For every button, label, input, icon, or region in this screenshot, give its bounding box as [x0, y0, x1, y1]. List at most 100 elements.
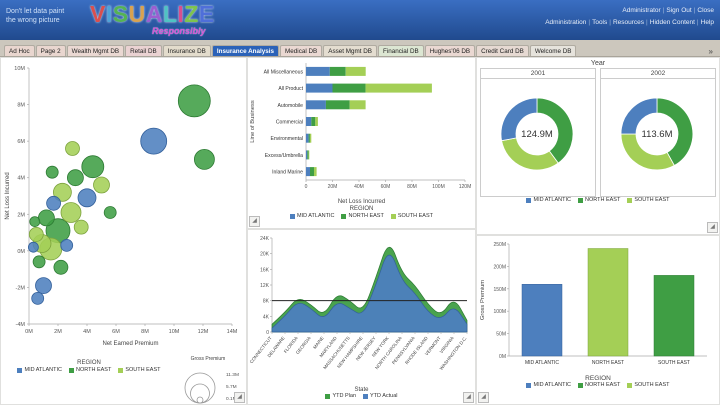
category-label: Environmental — [270, 136, 303, 142]
bubble[interactable] — [94, 177, 110, 193]
bar-segment[interactable] — [366, 84, 432, 93]
bar-segment[interactable] — [309, 134, 310, 143]
bar-segment[interactable] — [307, 150, 308, 159]
bar-segment[interactable] — [315, 117, 318, 126]
legend-items: MID ATLANTICNORTH EASTSOUTH EAST — [477, 382, 719, 388]
bubble[interactable] — [141, 128, 167, 154]
tab-wealth-mgmt-db[interactable]: Wealth Mgmt DB — [67, 45, 124, 56]
bubble[interactable] — [33, 256, 45, 268]
legend-label: NORTH EAST — [585, 382, 620, 388]
bar-segment[interactable] — [306, 167, 310, 176]
bar[interactable] — [654, 275, 694, 356]
bubble[interactable] — [29, 227, 43, 241]
bar-segment[interactable] — [310, 134, 311, 143]
tick-label: 24K — [260, 236, 270, 242]
link-administrator[interactable]: Administrator — [622, 7, 660, 14]
tab-page-2[interactable]: Page 2 — [36, 45, 66, 56]
bubble[interactable] — [61, 239, 73, 251]
bar-segment[interactable] — [326, 100, 350, 109]
bar-segment[interactable] — [309, 150, 310, 159]
area-series[interactable] — [272, 255, 467, 332]
bubble[interactable] — [47, 196, 61, 210]
expand-icon[interactable]: ◢ — [707, 222, 718, 233]
bar-segment[interactable] — [306, 117, 311, 126]
tick-label: 14M — [227, 329, 238, 335]
tab-credit-card-db[interactable]: Credit Card DB — [476, 45, 529, 56]
bubble[interactable] — [104, 207, 116, 219]
tick-label: 50M — [496, 332, 506, 338]
bar-segment[interactable] — [306, 100, 326, 109]
tab-medical-db[interactable]: Medical DB — [280, 45, 322, 56]
expand-icon[interactable]: ◢ — [249, 216, 260, 227]
bubble[interactable] — [36, 278, 52, 294]
donut-slice[interactable] — [502, 138, 559, 170]
bubble[interactable] — [66, 142, 80, 156]
tab-retail-db[interactable]: Retail DB — [125, 45, 162, 56]
size-legend-title: Gross Premium — [191, 356, 226, 362]
tab-welcome-db[interactable]: Welcome DB — [530, 45, 577, 56]
legend: REGIONMID ATLANTICNORTH EASTSOUTH EAST — [5, 359, 173, 373]
tab-ad-hoc[interactable]: Ad Hoc — [4, 45, 35, 56]
bubble[interactable] — [82, 156, 104, 178]
link-resources[interactable]: Resources — [613, 19, 644, 26]
y-axis-label: Line of Business — [250, 100, 256, 143]
legend: MID ATLANTICNORTH EASTSOUTH EAST — [477, 382, 719, 388]
bubble[interactable] — [78, 189, 96, 207]
tab-insurance-analysis[interactable]: Insurance Analysis — [212, 45, 279, 56]
bar-segment[interactable] — [346, 67, 366, 76]
tab-asset-mgmt-db[interactable]: Asset Mgmt DB — [323, 45, 377, 56]
tick-label: -4M — [16, 322, 26, 328]
link-sign-out[interactable]: Sign Out — [666, 7, 691, 14]
bar-segment[interactable] — [311, 117, 315, 126]
link-help[interactable]: Help — [701, 19, 714, 26]
tab-hughes-06-db[interactable]: Hughes'06 DB — [425, 45, 475, 56]
expand-icon[interactable]: ◢ — [478, 392, 489, 403]
expand-icon[interactable]: ◢ — [234, 392, 245, 403]
tab-insurance-db[interactable]: Insurance DB — [163, 45, 211, 56]
bar-segment[interactable] — [350, 100, 366, 109]
tick-label: 4M — [83, 329, 91, 335]
tick-label: 5.7M — [226, 384, 237, 390]
separator: | — [694, 7, 696, 14]
legend-item: YTD Plan — [325, 393, 356, 399]
bubble[interactable] — [178, 85, 210, 117]
bubble[interactable] — [32, 292, 44, 304]
bar-segment[interactable] — [306, 150, 307, 159]
legend-label: MID ATLANTIC — [24, 367, 62, 373]
bubble[interactable] — [54, 260, 68, 274]
bubble[interactable] — [28, 242, 38, 252]
tab-overflow-icon[interactable]: » — [706, 47, 716, 56]
link-close[interactable]: Close — [697, 7, 714, 14]
bar-segment[interactable] — [306, 84, 333, 93]
legend-item: YTD Actual — [363, 393, 398, 399]
bubble[interactable] — [38, 210, 54, 226]
bar-segment[interactable] — [306, 134, 309, 143]
link-hidden-content[interactable]: Hidden Content — [650, 19, 695, 26]
link-administration[interactable]: Administration — [545, 19, 586, 26]
tick-label: 8M — [141, 329, 149, 335]
legend-swatch — [17, 368, 22, 373]
bar-segment[interactable] — [333, 84, 366, 93]
bar[interactable] — [522, 284, 562, 356]
expand-icon[interactable]: ◢ — [463, 392, 474, 403]
legend-swatch — [325, 394, 330, 399]
category-label: Commercial — [276, 120, 303, 126]
bubble[interactable] — [30, 217, 40, 227]
tab-financial-db[interactable]: Financial DB — [378, 45, 424, 56]
legend: YTD Plan YTD Actual — [248, 393, 475, 399]
link-tools[interactable]: Tools — [592, 19, 607, 26]
bar-segment[interactable] — [330, 67, 346, 76]
bar-segment[interactable] — [306, 67, 330, 76]
bubble[interactable] — [67, 170, 83, 186]
bar-segment[interactable] — [310, 167, 314, 176]
legend-swatch — [118, 368, 123, 373]
bubble[interactable] — [61, 203, 81, 223]
bubble[interactable] — [74, 220, 88, 234]
bubble[interactable] — [194, 149, 214, 169]
tick-label: 8K — [263, 299, 270, 305]
bar[interactable] — [588, 249, 628, 357]
legend-item: SOUTH EAST — [627, 382, 669, 388]
bubble[interactable] — [46, 166, 58, 178]
donut-total: 124.9M — [521, 129, 553, 140]
bar-segment[interactable] — [314, 167, 317, 176]
